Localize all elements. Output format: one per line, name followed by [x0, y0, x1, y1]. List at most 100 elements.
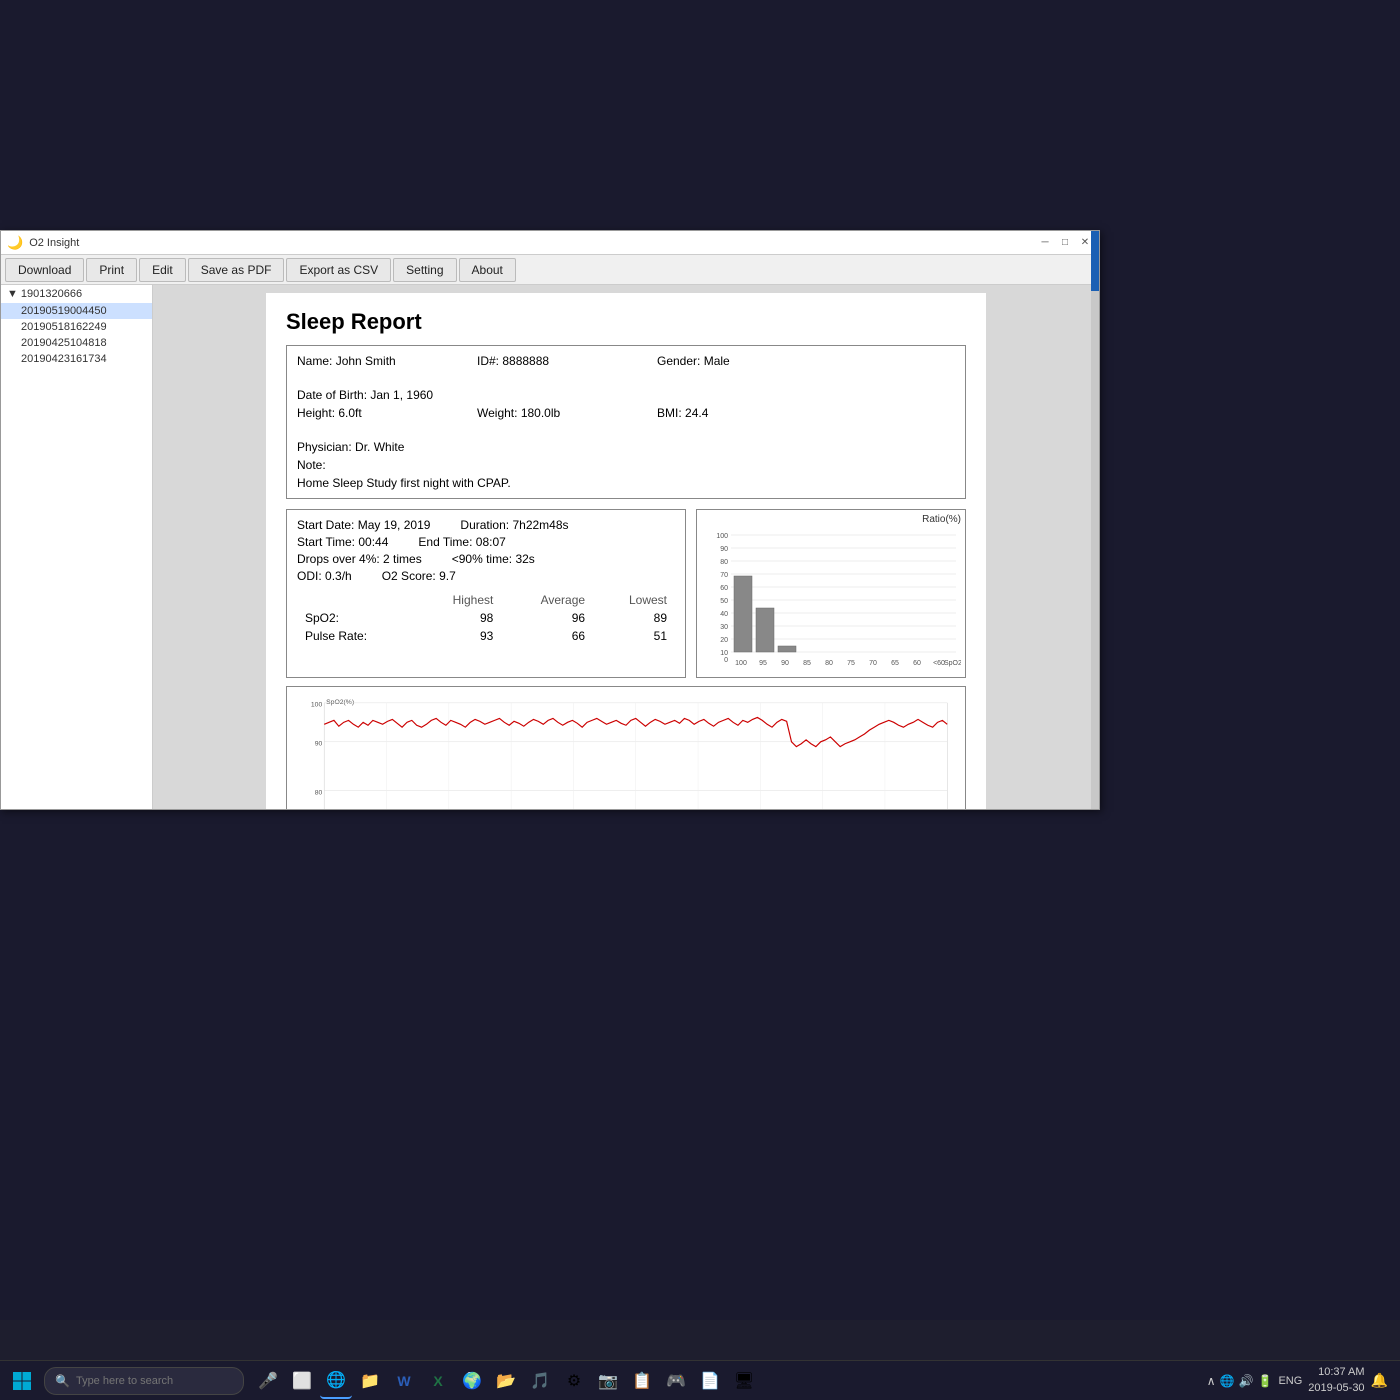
taskbar-app-chrome[interactable]: 🌍 [456, 1363, 488, 1399]
taskbar-app-music[interactable]: 🎵 [524, 1363, 556, 1399]
svg-text:SpO2%: SpO2% [944, 660, 961, 667]
report-page: Sleep Report Name: John Smith ID#: 88888… [266, 293, 986, 809]
start-date: Start Date: May 19, 2019 [297, 518, 430, 532]
stats-row-3: Drops over 4%: 2 times <90% time: 32s [297, 552, 675, 566]
svg-text:95: 95 [759, 660, 767, 667]
taskbar-app-cortana[interactable]: 🎤 [252, 1363, 284, 1399]
height-label: Height: [297, 406, 335, 420]
svg-text:100: 100 [735, 660, 747, 667]
dob-label: Date of Birth: [297, 388, 367, 402]
pulse-average: 66 [501, 627, 593, 645]
pulse-lowest: 51 [593, 627, 675, 645]
sidebar[interactable]: ▼ 1901320666 20190519004450 201905181622… [1, 285, 153, 809]
sidebar-group[interactable]: ▼ 1901320666 [1, 285, 152, 303]
taskbar-app-word[interactable]: W [388, 1363, 420, 1399]
o2score: O2 Score: 9.7 [382, 569, 456, 583]
taskbar-app-explorer[interactable]: 📁 [354, 1363, 386, 1399]
svg-text:65: 65 [891, 660, 899, 667]
app-icon: 🌙 [7, 235, 23, 251]
content-area[interactable]: Sleep Report Name: John Smith ID#: 88888… [153, 285, 1099, 809]
svg-text:80: 80 [720, 559, 728, 566]
sidebar-group-label-text: 1901320666 [21, 288, 82, 300]
sidebar-item-3[interactable]: 20190425104818 [1, 335, 152, 351]
taskbar-app-excel[interactable]: X [422, 1363, 454, 1399]
tray-network-icon[interactable]: 🌐 [1220, 1374, 1235, 1388]
setting-button[interactable]: Setting [393, 258, 456, 282]
bmi-value: 24.4 [685, 406, 708, 420]
bar-chart-box: Ratio(%) [696, 509, 966, 678]
taskbar-app-settings[interactable]: ⚙ [558, 1363, 590, 1399]
dob-value: Jan 1, 1960 [370, 388, 433, 402]
tray-battery-icon[interactable]: 🔋 [1257, 1374, 1272, 1388]
sidebar-item-4[interactable]: 20190423161734 [1, 351, 152, 367]
tray-clock[interactable]: 10:37 AM 2019-05-30 [1308, 1365, 1364, 1396]
end-time: End Time: 08:07 [418, 535, 505, 549]
tray-volume-icon[interactable]: 🔊 [1239, 1374, 1254, 1388]
about-button[interactable]: About [459, 258, 516, 282]
print-button[interactable]: Print [86, 258, 137, 282]
spo2-average: 96 [501, 609, 593, 627]
start-button[interactable] [4, 1363, 40, 1399]
tray-notification-icon[interactable]: 🔔 [1371, 1372, 1388, 1389]
pulse-highest: 93 [415, 627, 501, 645]
svg-text:50: 50 [720, 598, 728, 605]
data-table: Highest Average Lowest SpO2: 98 [297, 591, 675, 645]
sidebar-item-1[interactable]: 20190519004450 [1, 303, 152, 319]
svg-text:SpO2(%): SpO2(%) [326, 699, 354, 706]
svg-text:10: 10 [720, 650, 728, 657]
sidebar-item-2[interactable]: 20190518162249 [1, 319, 152, 335]
svg-text:85: 85 [803, 660, 811, 667]
tray-up-icon[interactable]: ∧ [1207, 1374, 1216, 1388]
taskbar-app-pdf[interactable]: 📄 [694, 1363, 726, 1399]
spo2-lowest: 89 [593, 609, 675, 627]
svg-text:80: 80 [315, 789, 323, 796]
minimize-button[interactable]: ─ [1037, 236, 1053, 250]
bmi-label: BMI: [657, 406, 682, 420]
physician-label: Physician: [297, 440, 352, 454]
maximize-button[interactable]: □ [1057, 236, 1073, 250]
window-title: O2 Insight [29, 237, 1037, 249]
taskbar-app-photos[interactable]: 📷 [592, 1363, 624, 1399]
taskbar-app-edge[interactable]: 🌐 [320, 1363, 352, 1399]
svg-text:70: 70 [720, 572, 728, 579]
svg-text:30: 30 [720, 624, 728, 631]
patient-dob: Date of Birth: Jan 1, 1960 [297, 388, 457, 402]
vertical-scrollbar[interactable] [1091, 231, 1099, 809]
gender-value: Male [704, 354, 730, 368]
stats-section: Start Date: May 19, 2019 Duration: 7h22m… [286, 509, 966, 678]
patient-gender: Gender: Male [657, 354, 817, 368]
taskbar-app-task-view[interactable]: ⬜ [286, 1363, 318, 1399]
bar-chart-svg: 100 90 80 70 60 50 40 30 20 10 0 [701, 525, 961, 670]
tray-icons: ∧ 🌐 🔊 🔋 [1207, 1374, 1273, 1388]
edit-button[interactable]: Edit [139, 258, 186, 282]
taskbar-app-outlook[interactable]: 📋 [626, 1363, 658, 1399]
patient-info-row-1: Name: John Smith ID#: 8888888 Gender: Ma… [297, 354, 955, 402]
export-csv-button[interactable]: Export as CSV [286, 258, 391, 282]
download-button[interactable]: Download [5, 258, 84, 282]
svg-text:75: 75 [847, 660, 855, 667]
titlebar: 🌙 O2 Insight ─ □ ✕ [1, 231, 1099, 255]
drops: Drops over 4%: 2 times [297, 552, 422, 566]
taskbar-app-games[interactable]: 🎮 [660, 1363, 692, 1399]
svg-text:60: 60 [720, 585, 728, 592]
col-average: Average [501, 591, 593, 609]
save-pdf-button[interactable]: Save as PDF [188, 258, 285, 282]
patient-weight: Weight: 180.0lb [477, 406, 637, 420]
table-row-pulse: Pulse Rate: 93 66 51 [297, 627, 675, 645]
scrollbar-thumb[interactable] [1091, 231, 1099, 291]
taskbar-search-bar[interactable]: 🔍 [44, 1367, 244, 1395]
lt90: <90% time: 32s [452, 552, 535, 566]
app-window: 🌙 O2 Insight ─ □ ✕ Download Print Edit S… [0, 230, 1100, 810]
duration: Duration: 7h22m48s [460, 518, 568, 532]
report-title: Sleep Report [286, 309, 966, 335]
taskbar-app-monitor[interactable]: 🖥 [728, 1363, 760, 1399]
taskbar-tray: ∧ 🌐 🔊 🔋 ENG 10:37 AM 2019-05-30 🔔 [1207, 1365, 1396, 1396]
start-time: Start Time: 00:44 [297, 535, 388, 549]
search-input[interactable] [76, 1375, 216, 1387]
col-highest: Highest [415, 591, 501, 609]
search-icon: 🔍 [55, 1374, 70, 1388]
taskbar-app-files[interactable]: 📂 [490, 1363, 522, 1399]
weight-label: Weight: [477, 406, 517, 420]
table-row-spo2: SpO2: 98 96 89 [297, 609, 675, 627]
stats-row-2: Start Time: 00:44 End Time: 08:07 [297, 535, 675, 549]
